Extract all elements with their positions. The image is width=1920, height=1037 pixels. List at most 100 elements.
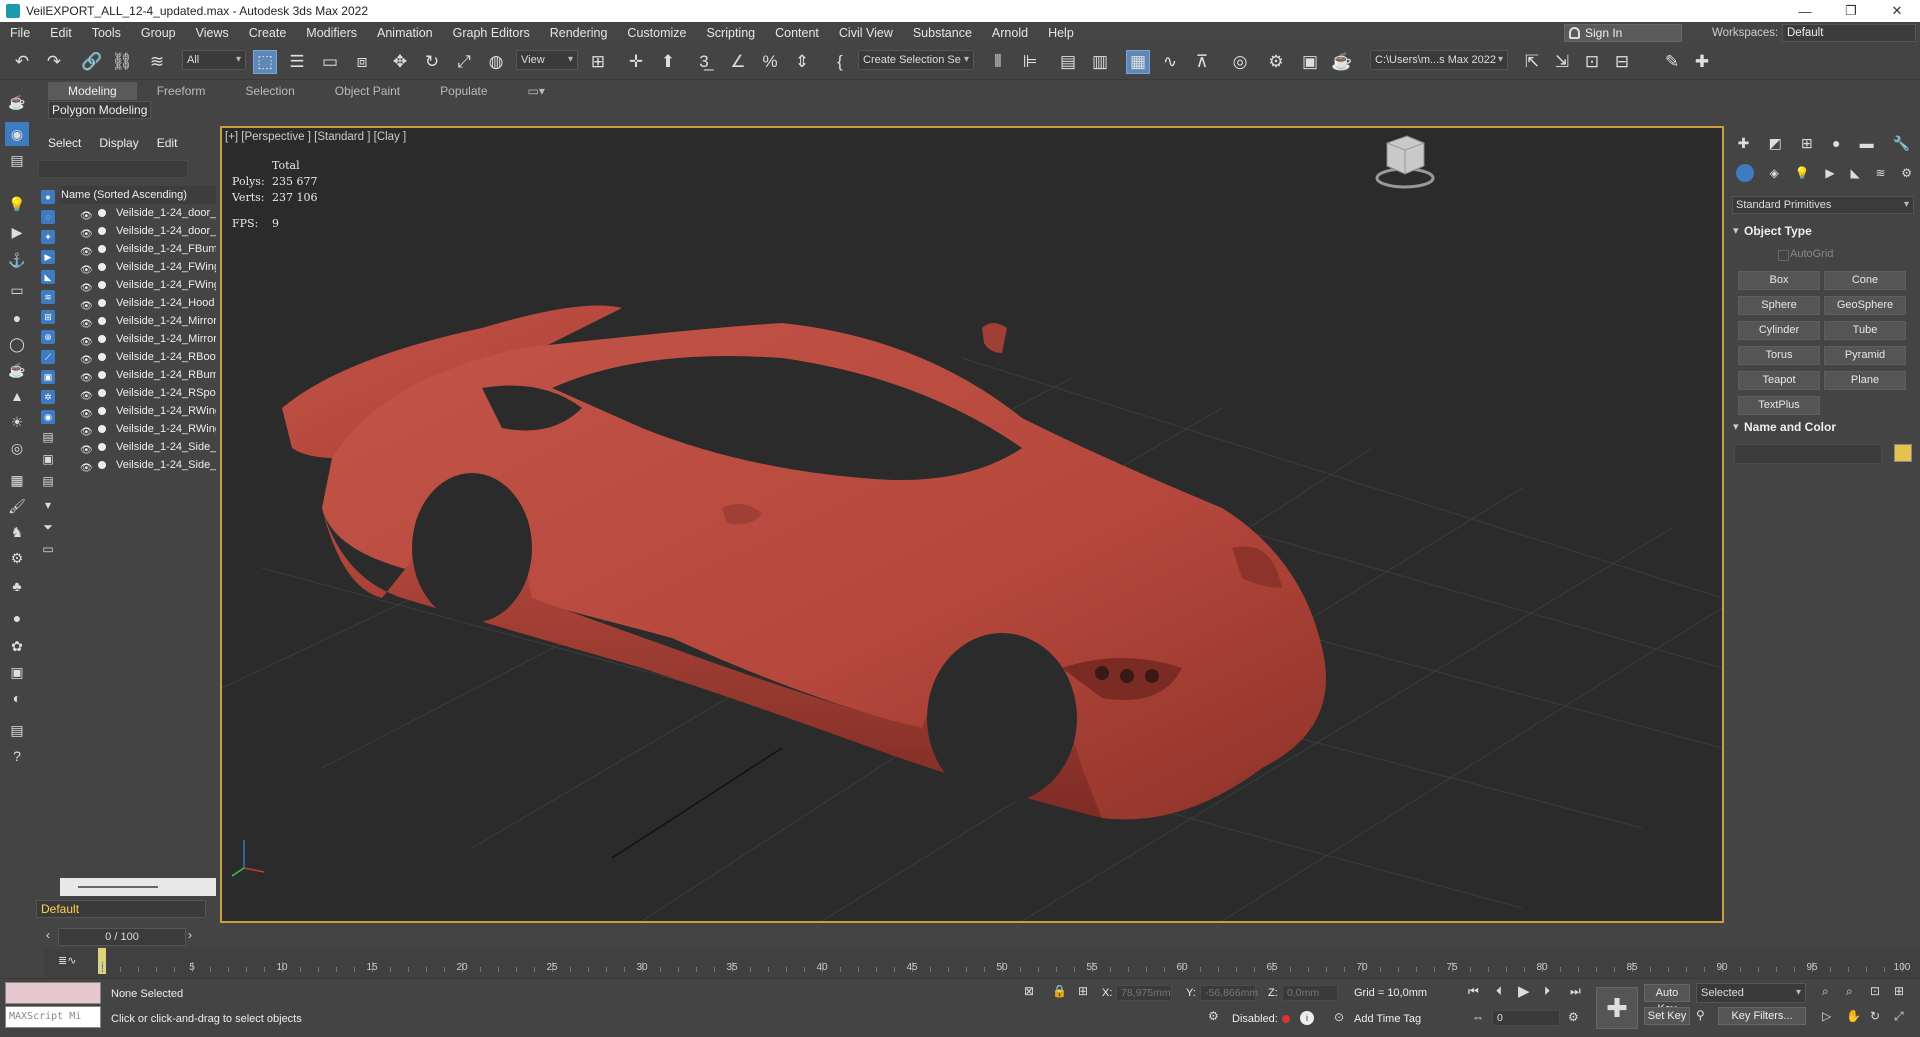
reference-coord-select[interactable]: View (516, 50, 578, 70)
utilities-tab-icon[interactable]: 🔧 (1893, 135, 1910, 152)
eye-icon[interactable]: 👁 (80, 244, 93, 258)
create-tab-icon[interactable]: ✚ (1738, 135, 1750, 152)
shapes-category-icon[interactable]: ◈ (1770, 166, 1779, 180)
lights-category-icon[interactable]: 💡 (1795, 166, 1810, 180)
mirror-icon[interactable]: ⫴ (986, 50, 1010, 74)
hierarchy-tab-icon[interactable]: ⊞ (1801, 135, 1813, 152)
list-item[interactable]: 👁 Veilside_1-24_RSpoile (60, 384, 216, 402)
plane-button[interactable]: Plane (1824, 371, 1906, 390)
cameras-category-icon[interactable]: ▶ (1825, 166, 1834, 180)
scale-icon[interactable]: ⤢ (452, 50, 476, 74)
window-crossing-icon[interactable]: ⧈ (350, 50, 374, 74)
eye-icon[interactable]: 👁 (80, 298, 93, 312)
selection-filter-select[interactable]: All (182, 50, 246, 70)
bind-space-warp-icon[interactable]: ≋ (145, 50, 169, 74)
scene-explorer-icon[interactable]: ▦ (1126, 50, 1150, 74)
menu-arnold[interactable]: Arnold (982, 22, 1038, 44)
filter-ease-icon[interactable]: ▾ (38, 496, 58, 514)
menu-views[interactable]: Views (186, 22, 239, 44)
menu-graph-editors[interactable]: Graph Editors (443, 22, 540, 44)
filter-folder-icon[interactable]: ▭ (38, 540, 58, 558)
prev-key-icon[interactable]: ⏴ (1496, 984, 1502, 999)
menu-substance[interactable]: Substance (903, 22, 982, 44)
box-button[interactable]: Box (1738, 271, 1820, 290)
eye-icon[interactable]: 👁 (80, 460, 93, 474)
autogrid-checkbox[interactable]: AutoGrid (1777, 248, 1833, 261)
menu-scripting[interactable]: Scripting (696, 22, 765, 44)
eye-icon[interactable]: 👁 (80, 262, 93, 276)
teapot-button[interactable]: Teapot (1738, 371, 1820, 390)
filter-bones-icon[interactable]: ⟋ (38, 348, 58, 366)
list-item[interactable]: 👁 Veilside_1-24_FWing (60, 276, 216, 294)
object-type-rollout[interactable]: Object Type (1732, 222, 1914, 240)
filter-helpers-icon[interactable]: ◣ (38, 268, 58, 286)
toggle-ribbon-icon[interactable]: ▥ (1088, 50, 1112, 74)
filter-groups-icon[interactable]: ⊞ (38, 308, 58, 326)
eye-icon[interactable]: 👁 (80, 208, 93, 222)
scene-tab-select[interactable]: Select (48, 136, 81, 150)
spinner-snap-icon[interactable]: ⇕ (790, 50, 814, 74)
layer-explorer-icon[interactable]: ▤ (1056, 50, 1080, 74)
cone-button[interactable]: Cone (1824, 271, 1906, 290)
filter-containers-icon[interactable]: ▣ (38, 368, 58, 386)
gear-icon[interactable]: ⚙ (5, 546, 29, 570)
people-icon[interactable]: ♞ (5, 520, 29, 544)
set-key-button[interactable]: Set Key (1644, 1007, 1690, 1025)
rotate-icon[interactable]: ↻ (420, 50, 444, 74)
teapot-icon[interactable]: ☕ (5, 358, 29, 382)
goto-start-icon[interactable]: ⏮ (1468, 984, 1479, 999)
list-item[interactable]: 👁 Veilside_1-24_FWing (60, 258, 216, 276)
tab-populate[interactable]: Populate (420, 82, 507, 100)
undo-icon[interactable]: ↶ (10, 50, 34, 74)
list-item[interactable]: 👁 Veilside_1-24_Side_l (60, 438, 216, 456)
filter-xrefs-icon[interactable]: ⊕ (38, 328, 58, 346)
close-button[interactable]: ✕ (1874, 0, 1920, 22)
zoom-icon[interactable]: ⌕ (1822, 984, 1829, 999)
helper-icon[interactable]: ⚓ (5, 248, 29, 272)
next-frame-icon[interactable]: › (188, 928, 192, 942)
torus-icon[interactable]: ◎ (5, 436, 29, 460)
car-body-model[interactable] (282, 305, 1326, 820)
tab-selection[interactable]: Selection (225, 82, 314, 100)
shape-icon[interactable]: ▭ (5, 278, 29, 302)
restore-button[interactable]: ❐ (1828, 0, 1874, 22)
menu-animation[interactable]: Animation (367, 22, 443, 44)
list-item[interactable]: 👁 Veilside_1-24_Hood (60, 294, 216, 312)
list-item[interactable]: 👁 Veilside_1-24_Side_r (60, 456, 216, 474)
list-item[interactable]: 👁 Veilside_1-24_RWing (60, 420, 216, 438)
filter-shapes-icon[interactable]: ◌ (38, 208, 58, 226)
unlink-icon[interactable]: ⛓ (110, 50, 134, 74)
scene-horizontal-scrollbar[interactable] (60, 878, 216, 896)
menu-help[interactable]: Help (1038, 22, 1084, 44)
place-icon[interactable]: ◍ (484, 50, 508, 74)
menu-modifiers[interactable]: Modifiers (296, 22, 367, 44)
list-item[interactable]: 👁 Veilside_1-24_RWing (60, 402, 216, 420)
scene-tab-edit[interactable]: Edit (157, 136, 178, 150)
maxscript-mini-input[interactable]: MAXScript Mi (5, 1006, 101, 1028)
palette-icon[interactable]: ✿ (5, 634, 29, 658)
select-by-name-icon[interactable]: ☰ (285, 50, 309, 74)
help-icon[interactable]: ? (5, 744, 29, 768)
eye-icon[interactable]: 👁 (80, 316, 93, 330)
geosphere-button[interactable]: GeoSphere (1824, 296, 1906, 315)
display-tab-icon[interactable]: ▬ (1860, 135, 1874, 151)
environment-icon[interactable]: ◐ (5, 686, 29, 710)
set-project-icon[interactable]: ⇲ (1550, 50, 1574, 74)
helpers-category-icon[interactable]: ◣ (1850, 166, 1859, 180)
maxscript-listener[interactable] (5, 982, 101, 1004)
brush-icon[interactable]: ✎ (1660, 50, 1684, 74)
sign-in-button[interactable]: Sign In (1564, 24, 1682, 42)
info-icon[interactable]: i (1300, 1011, 1314, 1025)
object-name-field[interactable] (1734, 444, 1882, 464)
filter-layers-icon[interactable]: ▣ (38, 450, 58, 468)
perspective-viewport[interactable]: [+] [Perspective ] [Standard ] [Clay ] T… (220, 126, 1724, 923)
percent-snap-icon[interactable]: % (758, 50, 782, 74)
filter-cameras-icon[interactable]: ▶ (38, 248, 58, 266)
eye-icon[interactable]: 👁 (80, 226, 93, 240)
scene-tab-display[interactable]: Display (99, 136, 138, 150)
scene-search-input[interactable] (38, 160, 188, 178)
tab-object-paint[interactable]: Object Paint (315, 82, 420, 100)
key-filters-button[interactable]: Key Filters... (1718, 1007, 1806, 1025)
menu-create[interactable]: Create (239, 22, 297, 44)
torus-button[interactable]: Torus (1738, 346, 1820, 365)
